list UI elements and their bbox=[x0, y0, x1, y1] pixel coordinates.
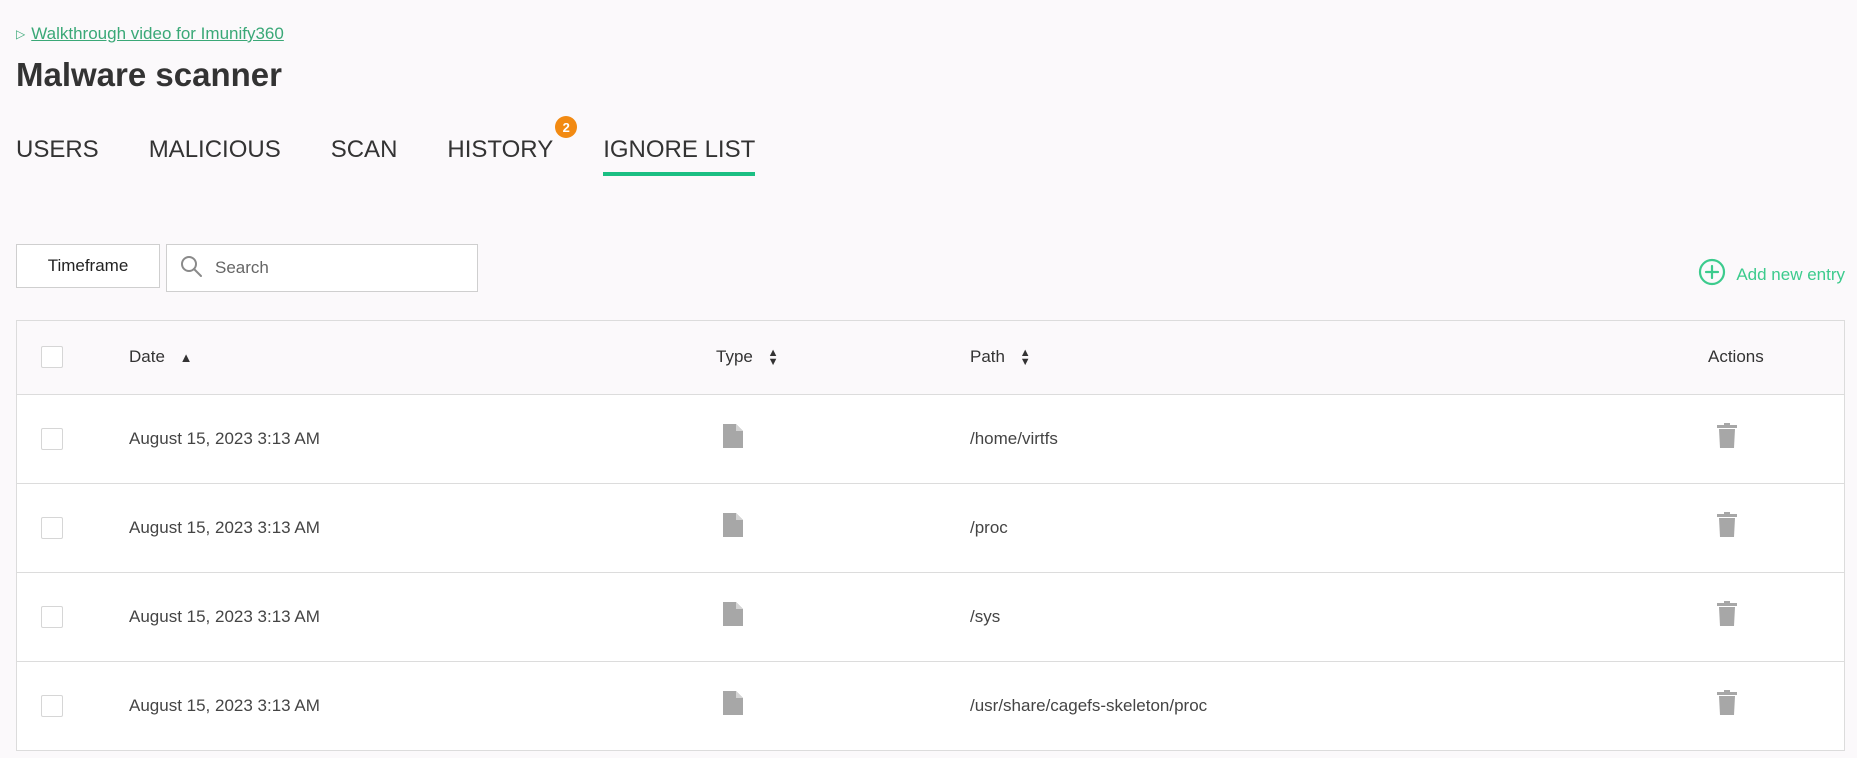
date-column-header[interactable]: Date ▲ bbox=[129, 321, 716, 394]
trash-icon[interactable] bbox=[1716, 601, 1738, 632]
select-all-cell bbox=[17, 321, 129, 394]
file-icon bbox=[722, 423, 744, 454]
select-all-checkbox[interactable] bbox=[41, 346, 63, 369]
toolbar: Timeframe Add new entry bbox=[16, 244, 1845, 292]
actions-column-label: Actions bbox=[1708, 347, 1764, 367]
table-header-row: Date ▲ Type ▲ ▼ Path ▲ ▼ Actions bbox=[17, 321, 1844, 394]
row-actions bbox=[1708, 394, 1844, 483]
row-path: /sys bbox=[970, 606, 1001, 626]
play-icon: ▷ bbox=[16, 27, 26, 41]
tab-history-label: HISTORY bbox=[447, 136, 554, 163]
tab-users-label: USERS bbox=[16, 136, 99, 163]
row-select-cell bbox=[17, 661, 129, 750]
row-actions bbox=[1708, 483, 1844, 572]
row-date: August 15, 2023 3:13 AM bbox=[129, 695, 320, 715]
row-select-cell bbox=[17, 394, 129, 483]
ignore-list-table: Date ▲ Type ▲ ▼ Path ▲ ▼ Actions August … bbox=[16, 320, 1845, 751]
row-select-cell bbox=[17, 483, 129, 572]
search-input[interactable] bbox=[213, 257, 457, 279]
search-icon bbox=[179, 254, 203, 283]
tab-malicious[interactable]: MALICIOUS bbox=[149, 136, 281, 172]
search-box bbox=[166, 244, 478, 292]
trash-icon[interactable] bbox=[1716, 690, 1738, 721]
tab-ignore-list[interactable]: IGNORE LIST bbox=[603, 136, 756, 176]
walkthrough-link[interactable]: Walkthrough video for Imunify360 bbox=[31, 24, 284, 44]
row-checkbox[interactable] bbox=[41, 427, 63, 450]
row-type bbox=[716, 483, 970, 572]
sort-icon: ▲ ▼ bbox=[1019, 346, 1031, 368]
row-path: /home/virtfs bbox=[970, 428, 1058, 448]
page-root: ▷ Walkthrough video for Imunify360 Malwa… bbox=[0, 0, 1857, 758]
tab-bar: USERS MALICIOUS SCAN HISTORY 2 IGNORE LI… bbox=[16, 116, 805, 176]
plus-circle-icon bbox=[1698, 258, 1726, 291]
row-actions bbox=[1708, 572, 1844, 661]
sort-icon: ▲ ▼ bbox=[767, 346, 779, 368]
trash-icon[interactable] bbox=[1716, 512, 1738, 543]
row-date: August 15, 2023 3:13 AM bbox=[129, 606, 320, 626]
tab-users[interactable]: USERS bbox=[16, 136, 99, 172]
path-column-header[interactable]: Path ▲ ▼ bbox=[970, 321, 1708, 394]
row-date: August 15, 2023 3:13 AM bbox=[129, 517, 320, 537]
row-checkbox[interactable] bbox=[41, 516, 63, 539]
file-icon bbox=[722, 601, 744, 632]
add-new-entry-label: Add new entry bbox=[1736, 264, 1845, 284]
row-type bbox=[716, 394, 970, 483]
row-type bbox=[716, 661, 970, 750]
tab-malicious-label: MALICIOUS bbox=[148, 136, 281, 163]
file-icon bbox=[722, 512, 744, 543]
timeframe-button[interactable]: Timeframe bbox=[16, 244, 160, 288]
row-date: August 15, 2023 3:13 AM bbox=[129, 428, 320, 448]
type-column-label: Type bbox=[716, 347, 753, 367]
file-icon bbox=[722, 690, 744, 721]
table-row: August 15, 2023 3:13 AM /sys bbox=[17, 572, 1844, 661]
row-path: /usr/share/cagefs-skeleton/proc bbox=[970, 695, 1208, 715]
page-title: Malware scanner bbox=[16, 56, 282, 93]
tab-history[interactable]: HISTORY 2 bbox=[447, 116, 578, 172]
trash-icon[interactable] bbox=[1716, 423, 1738, 454]
tab-ignore-list-label: IGNORE LIST bbox=[603, 136, 756, 163]
row-path: /proc bbox=[970, 517, 1008, 537]
row-actions bbox=[1708, 661, 1844, 750]
table-row: August 15, 2023 3:13 AM /proc bbox=[17, 483, 1844, 572]
tab-scan-label: SCAN bbox=[330, 136, 398, 163]
history-count-badge: 2 bbox=[555, 116, 578, 138]
walkthrough-link-row: ▷ Walkthrough video for Imunify360 bbox=[16, 24, 284, 44]
row-select-cell bbox=[17, 572, 129, 661]
actions-column-header: Actions bbox=[1708, 321, 1844, 394]
sort-ascending-icon: ▲ bbox=[179, 350, 193, 366]
table-row: August 15, 2023 3:13 AM /usr/share/cagef… bbox=[17, 661, 1844, 750]
table-row: August 15, 2023 3:13 AM /home/virtfs bbox=[17, 394, 1844, 483]
add-new-entry-button[interactable]: Add new entry bbox=[1698, 258, 1845, 291]
type-column-header[interactable]: Type ▲ ▼ bbox=[716, 321, 970, 394]
path-column-label: Path bbox=[970, 347, 1005, 367]
row-checkbox[interactable] bbox=[41, 605, 63, 628]
tab-scan[interactable]: SCAN bbox=[331, 136, 398, 172]
date-column-label: Date bbox=[129, 347, 165, 367]
row-type bbox=[716, 572, 970, 661]
row-checkbox[interactable] bbox=[41, 694, 63, 717]
